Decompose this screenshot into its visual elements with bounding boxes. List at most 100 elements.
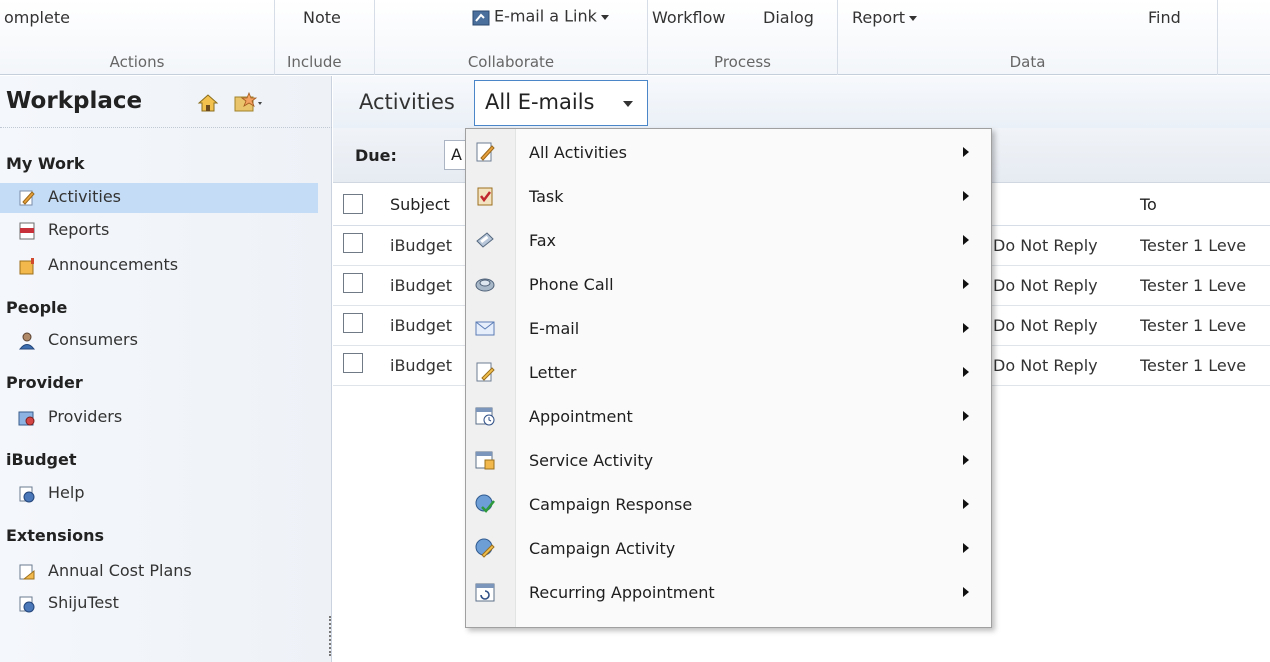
cell-to[interactable]: Tester 1 Leve (1140, 316, 1246, 335)
email-a-link-button[interactable]: E-mail a Link (470, 6, 609, 28)
note-button[interactable]: Note (303, 8, 341, 27)
view-entity-label: Activities (359, 90, 455, 114)
view-dropdown-menu: All Activities Task Fax Phone Call E-mai… (465, 128, 992, 628)
cell-to[interactable]: Tester 1 Leve (1140, 356, 1246, 375)
cell-from[interactable]: Do Not Reply (993, 236, 1123, 255)
clipboard-check-icon (477, 187, 493, 206)
menu-item-appointment[interactable]: Appointment (466, 395, 991, 439)
sidebar-item-label: ShijuTest (48, 593, 119, 612)
menu-item-campaign-response[interactable]: Campaign Response (466, 483, 991, 527)
ribbon-group-label-actions: Actions (109, 53, 165, 71)
globe-check-icon (475, 494, 495, 513)
cell-from[interactable]: Do Not Reply (993, 316, 1123, 335)
sidebar-item-announcements[interactable]: Announcements (0, 251, 318, 281)
sidebar-item-label: Help (48, 483, 85, 502)
menu-item-letter[interactable]: Letter (466, 351, 991, 395)
ribbon-group-label-process: Process (714, 53, 771, 71)
menu-item-task[interactable]: Task (466, 175, 991, 219)
menu-item-label: All Activities (529, 143, 627, 162)
sidebar-item-shijutest[interactable]: ShijuTest (0, 589, 318, 619)
menu-item-label: Appointment (529, 407, 633, 426)
submenu-arrow-icon (963, 587, 969, 597)
ribbon-group-label-include: Include (287, 53, 342, 71)
column-header-to[interactable]: To (1140, 195, 1157, 214)
view-selected-label: All E-mails (485, 90, 595, 114)
menu-item-label: Recurring Appointment (529, 583, 715, 602)
menu-item-recurring-appointment[interactable]: Recurring Appointment (466, 571, 991, 615)
ribbon-group-label-collaborate: Collaborate (467, 53, 555, 71)
cell-to[interactable]: Tester 1 Leve (1140, 236, 1246, 255)
ribbon-group-actions: omplete Actions (0, 0, 275, 75)
submenu-arrow-icon (963, 323, 969, 333)
menu-item-label: Campaign Response (529, 495, 693, 514)
row-checkbox[interactable] (343, 313, 363, 333)
email-link-icon (472, 10, 490, 26)
home-icon[interactable] (197, 93, 219, 113)
letter-pencil-icon (476, 362, 495, 382)
due-filter-value: A (451, 145, 462, 164)
dialog-button[interactable]: Dialog (763, 8, 814, 27)
help-icon (19, 486, 35, 503)
submenu-arrow-icon (963, 499, 969, 509)
submenu-arrow-icon (963, 367, 969, 377)
section-extensions: Extensions (6, 526, 105, 545)
section-provider: Provider (6, 373, 83, 392)
workplace-header: Workplace (0, 76, 332, 128)
person-icon (18, 332, 36, 350)
reports-icon (19, 222, 35, 240)
menu-item-email[interactable]: E-mail (466, 307, 991, 351)
cell-from[interactable]: Do Not Reply (993, 276, 1123, 295)
row-checkbox[interactable] (343, 233, 363, 253)
sidebar-item-providers[interactable]: Providers (0, 403, 318, 433)
ribbon-group-collaborate: E-mail a Link Collaborate (375, 0, 648, 75)
pane-splitter-handle[interactable] (329, 616, 332, 656)
cell-from[interactable]: Do Not Reply (993, 356, 1123, 375)
section-my-work: My Work (6, 154, 85, 173)
ribbon-group-label-data: Data (1009, 53, 1046, 71)
menu-item-fax[interactable]: Fax (466, 219, 991, 263)
section-people: People (6, 298, 68, 317)
sidebar-item-activities[interactable]: Activities (0, 183, 318, 213)
submenu-arrow-icon (963, 279, 969, 289)
row-checkbox[interactable] (343, 273, 363, 293)
cell-subject[interactable]: iBudget (390, 236, 452, 255)
row-checkbox[interactable] (343, 353, 363, 373)
left-navigation: Workplace My Work Activities Reports Ann… (0, 76, 332, 662)
submenu-arrow-icon (963, 543, 969, 553)
report-button[interactable]: Report (852, 8, 918, 27)
favorites-icon[interactable] (233, 91, 265, 115)
menu-item-campaign-activity[interactable]: Campaign Activity (466, 527, 991, 571)
announcements-icon (19, 258, 34, 275)
menu-item-label: Task (529, 187, 564, 206)
view-selector-dropdown[interactable]: All E-mails (474, 80, 648, 126)
sidebar-item-reports[interactable]: Reports (0, 216, 318, 246)
cell-subject[interactable]: iBudget (390, 316, 452, 335)
submenu-arrow-icon (963, 235, 969, 245)
providers-icon (18, 411, 35, 426)
workflow-button[interactable]: Workflow (652, 8, 725, 27)
menu-item-label: E-mail (529, 319, 580, 338)
submenu-arrow-icon (963, 147, 969, 157)
cell-subject[interactable]: iBudget (390, 276, 452, 295)
select-all-checkbox[interactable] (343, 194, 363, 214)
sidebar-item-consumers[interactable]: Consumers (0, 326, 318, 356)
menu-item-phone-call[interactable]: Phone Call (466, 263, 991, 307)
menu-item-service-activity[interactable]: Service Activity (466, 439, 991, 483)
globe-pencil-icon (475, 538, 495, 558)
complete-button[interactable]: omplete (4, 8, 70, 27)
sidebar-item-label: Activities (48, 187, 121, 206)
sidebar-item-label: Providers (48, 407, 123, 426)
sidebar-item-help[interactable]: Help (0, 479, 318, 509)
chevron-down-icon (909, 16, 918, 21)
cell-subject[interactable]: iBudget (390, 356, 452, 375)
menu-item-label: Service Activity (529, 451, 654, 470)
column-header-subject[interactable]: Subject (390, 195, 450, 214)
find-button[interactable]: Find (1148, 8, 1181, 27)
cell-to[interactable]: Tester 1 Leve (1140, 276, 1246, 295)
sidebar-item-label: Announcements (48, 255, 179, 274)
menu-item-label: Fax (529, 231, 557, 250)
sidebar-item-annual-cost-plans[interactable]: Annual Cost Plans (0, 557, 318, 587)
menu-item-all-activities[interactable]: All Activities (466, 131, 991, 175)
sidebar-item-label: Consumers (48, 330, 138, 349)
section-ibudget: iBudget (6, 450, 77, 469)
